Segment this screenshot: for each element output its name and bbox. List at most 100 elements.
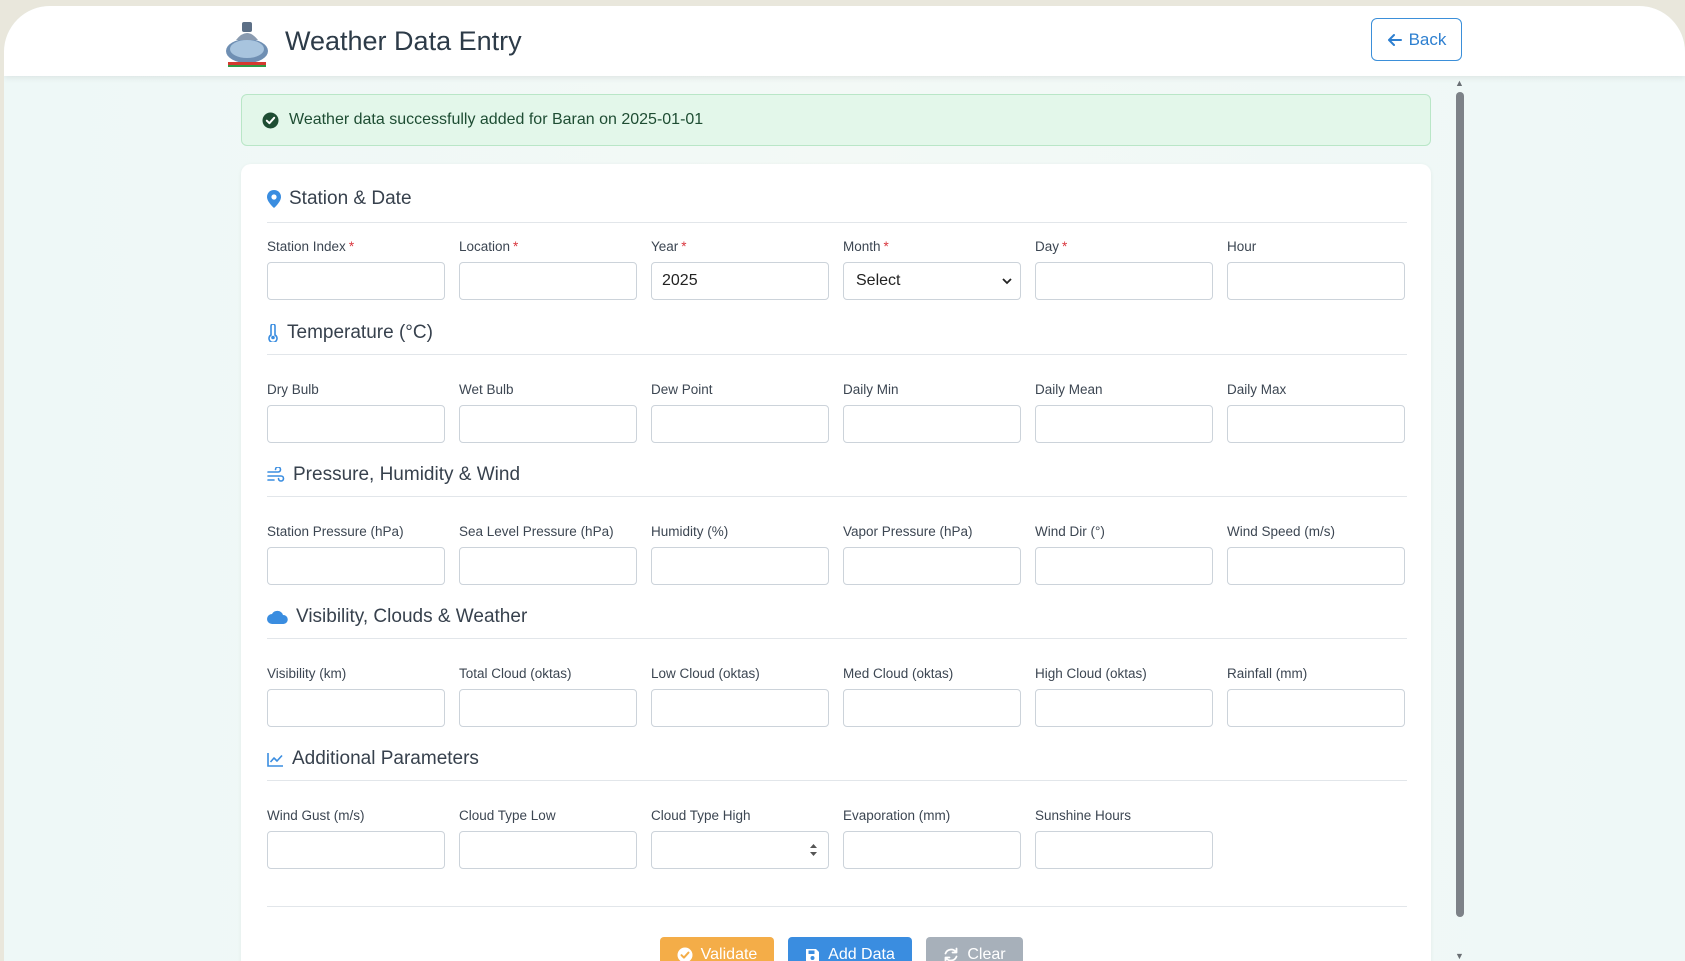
label-cloud-type-low: Cloud Type Low (459, 808, 556, 823)
wind-icon (267, 467, 285, 482)
back-label: Back (1408, 29, 1447, 49)
chevron-down-icon (1002, 278, 1012, 285)
label-station-pressure: Station Pressure (hPa) (267, 524, 404, 539)
year-input[interactable]: 2025 (651, 262, 829, 300)
label-wind-gust: Wind Gust (m/s) (267, 808, 365, 823)
station-pressure-input[interactable] (267, 547, 445, 585)
dry-bulb-input[interactable] (267, 405, 445, 443)
label-dew-point: Dew Point (651, 382, 713, 397)
label-rainfall: Rainfall (mm) (1227, 666, 1308, 681)
label-visibility: Visibility (km) (267, 666, 347, 681)
section-title-station: Station & Date (267, 188, 412, 210)
wet-bulb-input[interactable] (459, 405, 637, 443)
year-value: 2025 (662, 272, 698, 289)
high-cloud-input[interactable] (1035, 689, 1213, 727)
section-title-additional: Additional Parameters (267, 748, 479, 770)
label-station-index: Station Index * (267, 239, 355, 254)
section-title-visibility: Visibility, Clouds & Weather (267, 606, 527, 628)
humidity-input[interactable] (651, 547, 829, 585)
clear-label: Clear (967, 946, 1006, 961)
scrollbar-thumb[interactable] (1456, 92, 1464, 917)
label-wind-speed: Wind Speed (m/s) (1227, 524, 1336, 539)
hour-input[interactable] (1227, 262, 1405, 300)
cloud-type-low-input[interactable] (459, 831, 637, 869)
validate-button[interactable]: Validate (660, 937, 774, 961)
station-index-input[interactable] (267, 262, 445, 300)
emblem-logo (226, 22, 268, 67)
page-title: Weather Data Entry (285, 26, 522, 56)
label-daily-max: Daily Max (1227, 382, 1287, 397)
dew-point-input[interactable] (651, 405, 829, 443)
section-divider (267, 354, 1407, 355)
wind-gust-input[interactable] (267, 831, 445, 869)
label-location: Location * (459, 239, 519, 254)
day-input[interactable] (1035, 262, 1213, 300)
success-alert: Weather data successfully added for Bara… (241, 94, 1431, 146)
label-wet-bulb: Wet Bulb (459, 382, 514, 397)
label-year: Year * (651, 239, 687, 254)
daily-min-input[interactable] (843, 405, 1021, 443)
location-input[interactable] (459, 262, 637, 300)
daily-mean-input[interactable] (1035, 405, 1213, 443)
app-header: Weather Data Entry Back (4, 6, 1685, 76)
section-divider (267, 496, 1407, 497)
visibility-input[interactable] (267, 689, 445, 727)
form-card: Station & Date Station Index * Location * … (241, 164, 1431, 961)
month-selected-value: Select (856, 272, 901, 289)
validate-label: Validate (700, 946, 758, 961)
scroll-down-arrow[interactable]: ▼ (1455, 951, 1464, 961)
low-cloud-input[interactable] (651, 689, 829, 727)
sunshine-hours-input[interactable] (1035, 831, 1213, 869)
label-dry-bulb: Dry Bulb (267, 382, 319, 397)
label-med-cloud: Med Cloud (oktas) (843, 666, 954, 681)
rainfall-input[interactable] (1227, 689, 1405, 727)
arrow-left-icon (1387, 33, 1402, 46)
label-daily-mean: Daily Mean (1035, 382, 1103, 397)
label-sea-level-pressure: Sea Level Pressure (hPa) (459, 524, 614, 539)
spinner-arrows-icon[interactable] (809, 842, 818, 858)
save-icon (806, 948, 820, 961)
section-title-temperature: Temperature (°C) (267, 322, 433, 344)
section-title-station-text: Station & Date (289, 188, 412, 209)
scroll-up-arrow[interactable]: ▲ (1455, 78, 1464, 88)
med-cloud-input[interactable] (843, 689, 1021, 727)
label-wind-dir: Wind Dir (°) (1035, 524, 1105, 539)
clear-button[interactable]: Clear (926, 937, 1023, 961)
back-button[interactable]: Back (1371, 18, 1462, 61)
app-window: Weather Data Entry Back Weather data suc… (4, 6, 1685, 961)
label-sunshine-hours: Sunshine Hours (1035, 808, 1132, 823)
month-select[interactable]: Select (843, 262, 1021, 300)
section-title-visibility-text: Visibility, Clouds & Weather (296, 606, 528, 627)
add-data-button[interactable]: Add Data (788, 937, 912, 961)
actions-divider (267, 906, 1407, 907)
cloud-type-high-input[interactable] (651, 831, 829, 869)
label-month: Month * (843, 239, 889, 254)
section-title-additional-text: Additional Parameters (292, 748, 479, 769)
sea-level-pressure-input[interactable] (459, 547, 637, 585)
label-evaporation: Evaporation (mm) (843, 808, 951, 823)
alert-message: Weather data successfully added for Bara… (289, 111, 704, 128)
refresh-icon (944, 947, 958, 961)
line-chart-icon (267, 752, 283, 767)
section-title-temperature-text: Temperature (°C) (287, 322, 433, 343)
cloud-icon (267, 610, 288, 624)
label-total-cloud: Total Cloud (oktas) (459, 666, 572, 681)
check-circle-icon (677, 947, 693, 961)
wind-speed-input[interactable] (1227, 547, 1405, 585)
total-cloud-input[interactable] (459, 689, 637, 727)
add-data-label: Add Data (828, 946, 895, 961)
evaporation-input[interactable] (843, 831, 1021, 869)
map-pin-icon (267, 190, 281, 208)
vapor-pressure-input[interactable] (843, 547, 1021, 585)
check-circle-icon (262, 112, 279, 128)
wind-dir-input[interactable] (1035, 547, 1213, 585)
label-high-cloud: High Cloud (oktas) (1035, 666, 1147, 681)
section-title-pressure: Pressure, Humidity & Wind (267, 464, 520, 486)
thermometer-icon (268, 324, 278, 342)
section-divider (267, 638, 1407, 639)
daily-max-input[interactable] (1227, 405, 1405, 443)
section-title-pressure-text: Pressure, Humidity & Wind (293, 464, 521, 485)
label-hour: Hour (1227, 239, 1257, 254)
label-cloud-type-high: Cloud Type High (651, 808, 751, 823)
section-divider (267, 222, 1407, 223)
